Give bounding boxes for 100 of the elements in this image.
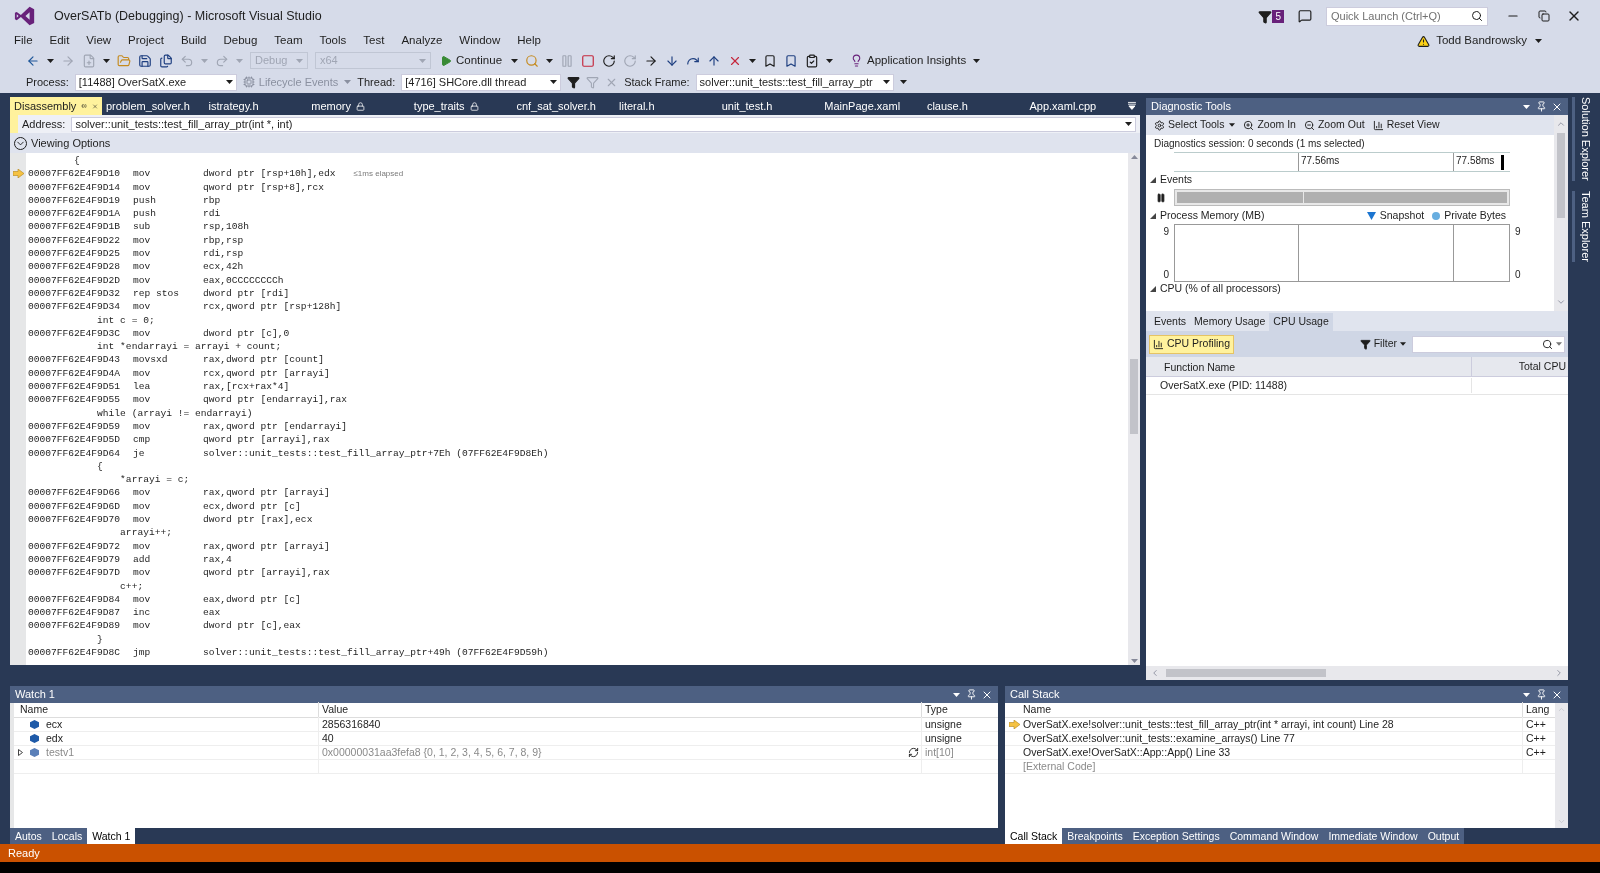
column-header[interactable]: Total CPU (1472, 358, 1568, 375)
caret-icon[interactable] (953, 692, 960, 697)
diagnostic-tab[interactable]: Events (1150, 313, 1191, 331)
pin-icon[interactable] (966, 689, 977, 700)
menu-item[interactable]: View (86, 32, 112, 50)
stack-frame[interactable]: OverSatX.exe!solver::unit_tests::examine_arrays() Line 77 (1023, 730, 1295, 747)
back-icon[interactable] (26, 53, 40, 68)
editor-tab[interactable]: literal.h (615, 97, 718, 115)
variable-value[interactable]: 2856316840 (322, 716, 921, 733)
side-tab[interactable]: Team Explorer (1572, 190, 1596, 262)
panel-tab[interactable]: Autos (10, 828, 47, 844)
menu-item[interactable]: Help (517, 32, 541, 50)
menu-item[interactable]: Window (459, 32, 501, 50)
column-header[interactable]: Lang (1523, 702, 1555, 718)
save-all-icon[interactable] (159, 53, 173, 68)
task-icon[interactable] (805, 53, 820, 68)
horizontal-scrollbar[interactable] (1146, 666, 1568, 680)
process-dropdown[interactable]: [11488] OverSatX.exe (74, 73, 237, 91)
editor-tab[interactable]: clause.h (922, 97, 1026, 115)
search-field[interactable] (1412, 335, 1565, 353)
filter-icon[interactable] (1258, 10, 1273, 24)
application-insights-button[interactable]: Application Insights (850, 51, 967, 70)
select-button[interactable]: Select Tools (1154, 117, 1236, 133)
menu-item[interactable]: Debug (223, 32, 258, 50)
menu-item[interactable]: File (14, 32, 33, 50)
vertical-scrollbar[interactable] (1554, 115, 1568, 311)
diagnostic-tab[interactable]: Memory Usage (1190, 313, 1270, 331)
menu-item[interactable]: Edit (49, 32, 70, 50)
caret-icon[interactable] (1125, 122, 1132, 126)
thread-dropdown[interactable]: [4716] SHCore.dll thread (401, 73, 562, 91)
menu-item[interactable]: Team (274, 32, 303, 50)
scroll-thumb[interactable] (1166, 669, 1326, 677)
caret-icon[interactable] (225, 80, 233, 84)
section-label[interactable]: CPU (% of all processors) (1160, 282, 1281, 295)
column-header[interactable]: Value (319, 702, 922, 718)
expand-icon[interactable] (18, 749, 23, 756)
caret-icon[interactable] (511, 58, 519, 63)
caret-icon[interactable] (899, 80, 907, 84)
column-header[interactable]: Type (922, 702, 998, 718)
scroll-down-icon[interactable] (1130, 659, 1138, 663)
editor-tab[interactable]: Disassembly (10, 97, 102, 115)
menu-item[interactable]: Tools (319, 32, 347, 50)
pin-icon[interactable] (1536, 101, 1547, 112)
menu-item[interactable]: Build (180, 32, 207, 50)
user-name[interactable]: Todd Bandrowsky (1436, 32, 1527, 50)
vertical-scrollbar[interactable] (1128, 153, 1140, 665)
address-field[interactable]: solver::unit_tests::test_fill_array_ptr(int *, int) (71, 116, 1136, 132)
feedback-icon[interactable] (1298, 9, 1312, 23)
panel-tab[interactable]: Exception Settings (1127, 828, 1225, 844)
search-icon[interactable] (1542, 338, 1553, 350)
editor-tab[interactable]: MainPage.xaml (820, 97, 923, 115)
filter-icon[interactable] (567, 75, 581, 89)
collapse-icon[interactable] (1150, 285, 1156, 292)
stop-icon[interactable] (581, 53, 596, 68)
variable-value[interactable]: 0x00000031aa3fefa8 {0, 1, 2, 3, 4, 5, 6, 7, 8, 9} (322, 744, 908, 761)
caret-icon[interactable] (550, 80, 558, 84)
filter-button[interactable]: Filter (1359, 336, 1406, 352)
diagnostic-tab[interactable]: CPU Usage (1269, 313, 1333, 331)
zoom-out-button[interactable]: Zoom Out (1303, 117, 1365, 133)
scroll-thumb[interactable] (1130, 359, 1138, 434)
caret-icon[interactable] (546, 58, 554, 63)
panel-tab[interactable]: Command Window (1224, 828, 1324, 844)
column-header[interactable]: Name (1005, 702, 1523, 718)
caret-icon[interactable] (103, 58, 110, 63)
caret-icon[interactable] (1535, 39, 1542, 43)
variable-name[interactable]: ecx (46, 716, 63, 733)
bookmark-icon[interactable] (784, 53, 799, 68)
caret-icon[interactable] (1523, 104, 1530, 109)
column-header[interactable]: Name (14, 702, 319, 718)
panel-tab[interactable]: Call Stack (1005, 828, 1063, 844)
continue-button[interactable]: Continue (438, 51, 505, 70)
pause-icon[interactable] (1156, 192, 1166, 203)
menu-item[interactable]: Analyze (401, 32, 443, 50)
reset-button[interactable]: Reset View (1372, 117, 1440, 133)
quick-launch-field[interactable]: Quick Launch (Ctrl+Q) (1326, 6, 1488, 26)
variable-name[interactable]: testv1 (46, 744, 74, 761)
panel-tab[interactable]: Immediate Window (1323, 828, 1423, 844)
viewing-options-toggle[interactable]: Viewing Options (31, 134, 111, 152)
scroll-up-icon[interactable] (1130, 155, 1138, 159)
panel-tab[interactable]: Locals (46, 828, 88, 844)
refresh-icon[interactable] (908, 747, 919, 758)
caret-icon[interactable] (1523, 692, 1530, 697)
search-icon[interactable] (1471, 10, 1483, 22)
editor-tab[interactable]: cnf_sat_solver.h (512, 97, 616, 115)
side-tab[interactable]: Solution Explorer (1572, 97, 1596, 181)
column-header[interactable]: Function Name (1146, 356, 1472, 377)
menu-item[interactable]: Test (363, 32, 385, 50)
zoom-in-button[interactable]: Zoom In (1243, 117, 1296, 133)
tab-list-icon[interactable] (1128, 101, 1136, 110)
restore-icon[interactable] (1538, 10, 1550, 22)
menu-item[interactable]: Project (128, 32, 164, 50)
stack-frame[interactable]: OverSatX.exe!OverSatX::App::App() Line 33 (1023, 744, 1231, 761)
editor-tab[interactable]: memory (307, 97, 410, 115)
collapse-icon[interactable] (1150, 212, 1156, 219)
stack-frame-dropdown[interactable]: solver::unit_tests::test_fill_array_ptr (695, 73, 894, 91)
pin-icon[interactable] (1536, 689, 1547, 700)
stack-frame[interactable]: OverSatX.exe!solver::unit_tests::test_fill_array_ptr(int * arrayi, int count) Line 28 (1023, 716, 1394, 733)
cpu-profiling-button[interactable]: CPU Profiling (1149, 334, 1235, 354)
collapse-icon[interactable] (1150, 177, 1156, 183)
stack-frame[interactable]: [External Code] (1023, 758, 1096, 775)
